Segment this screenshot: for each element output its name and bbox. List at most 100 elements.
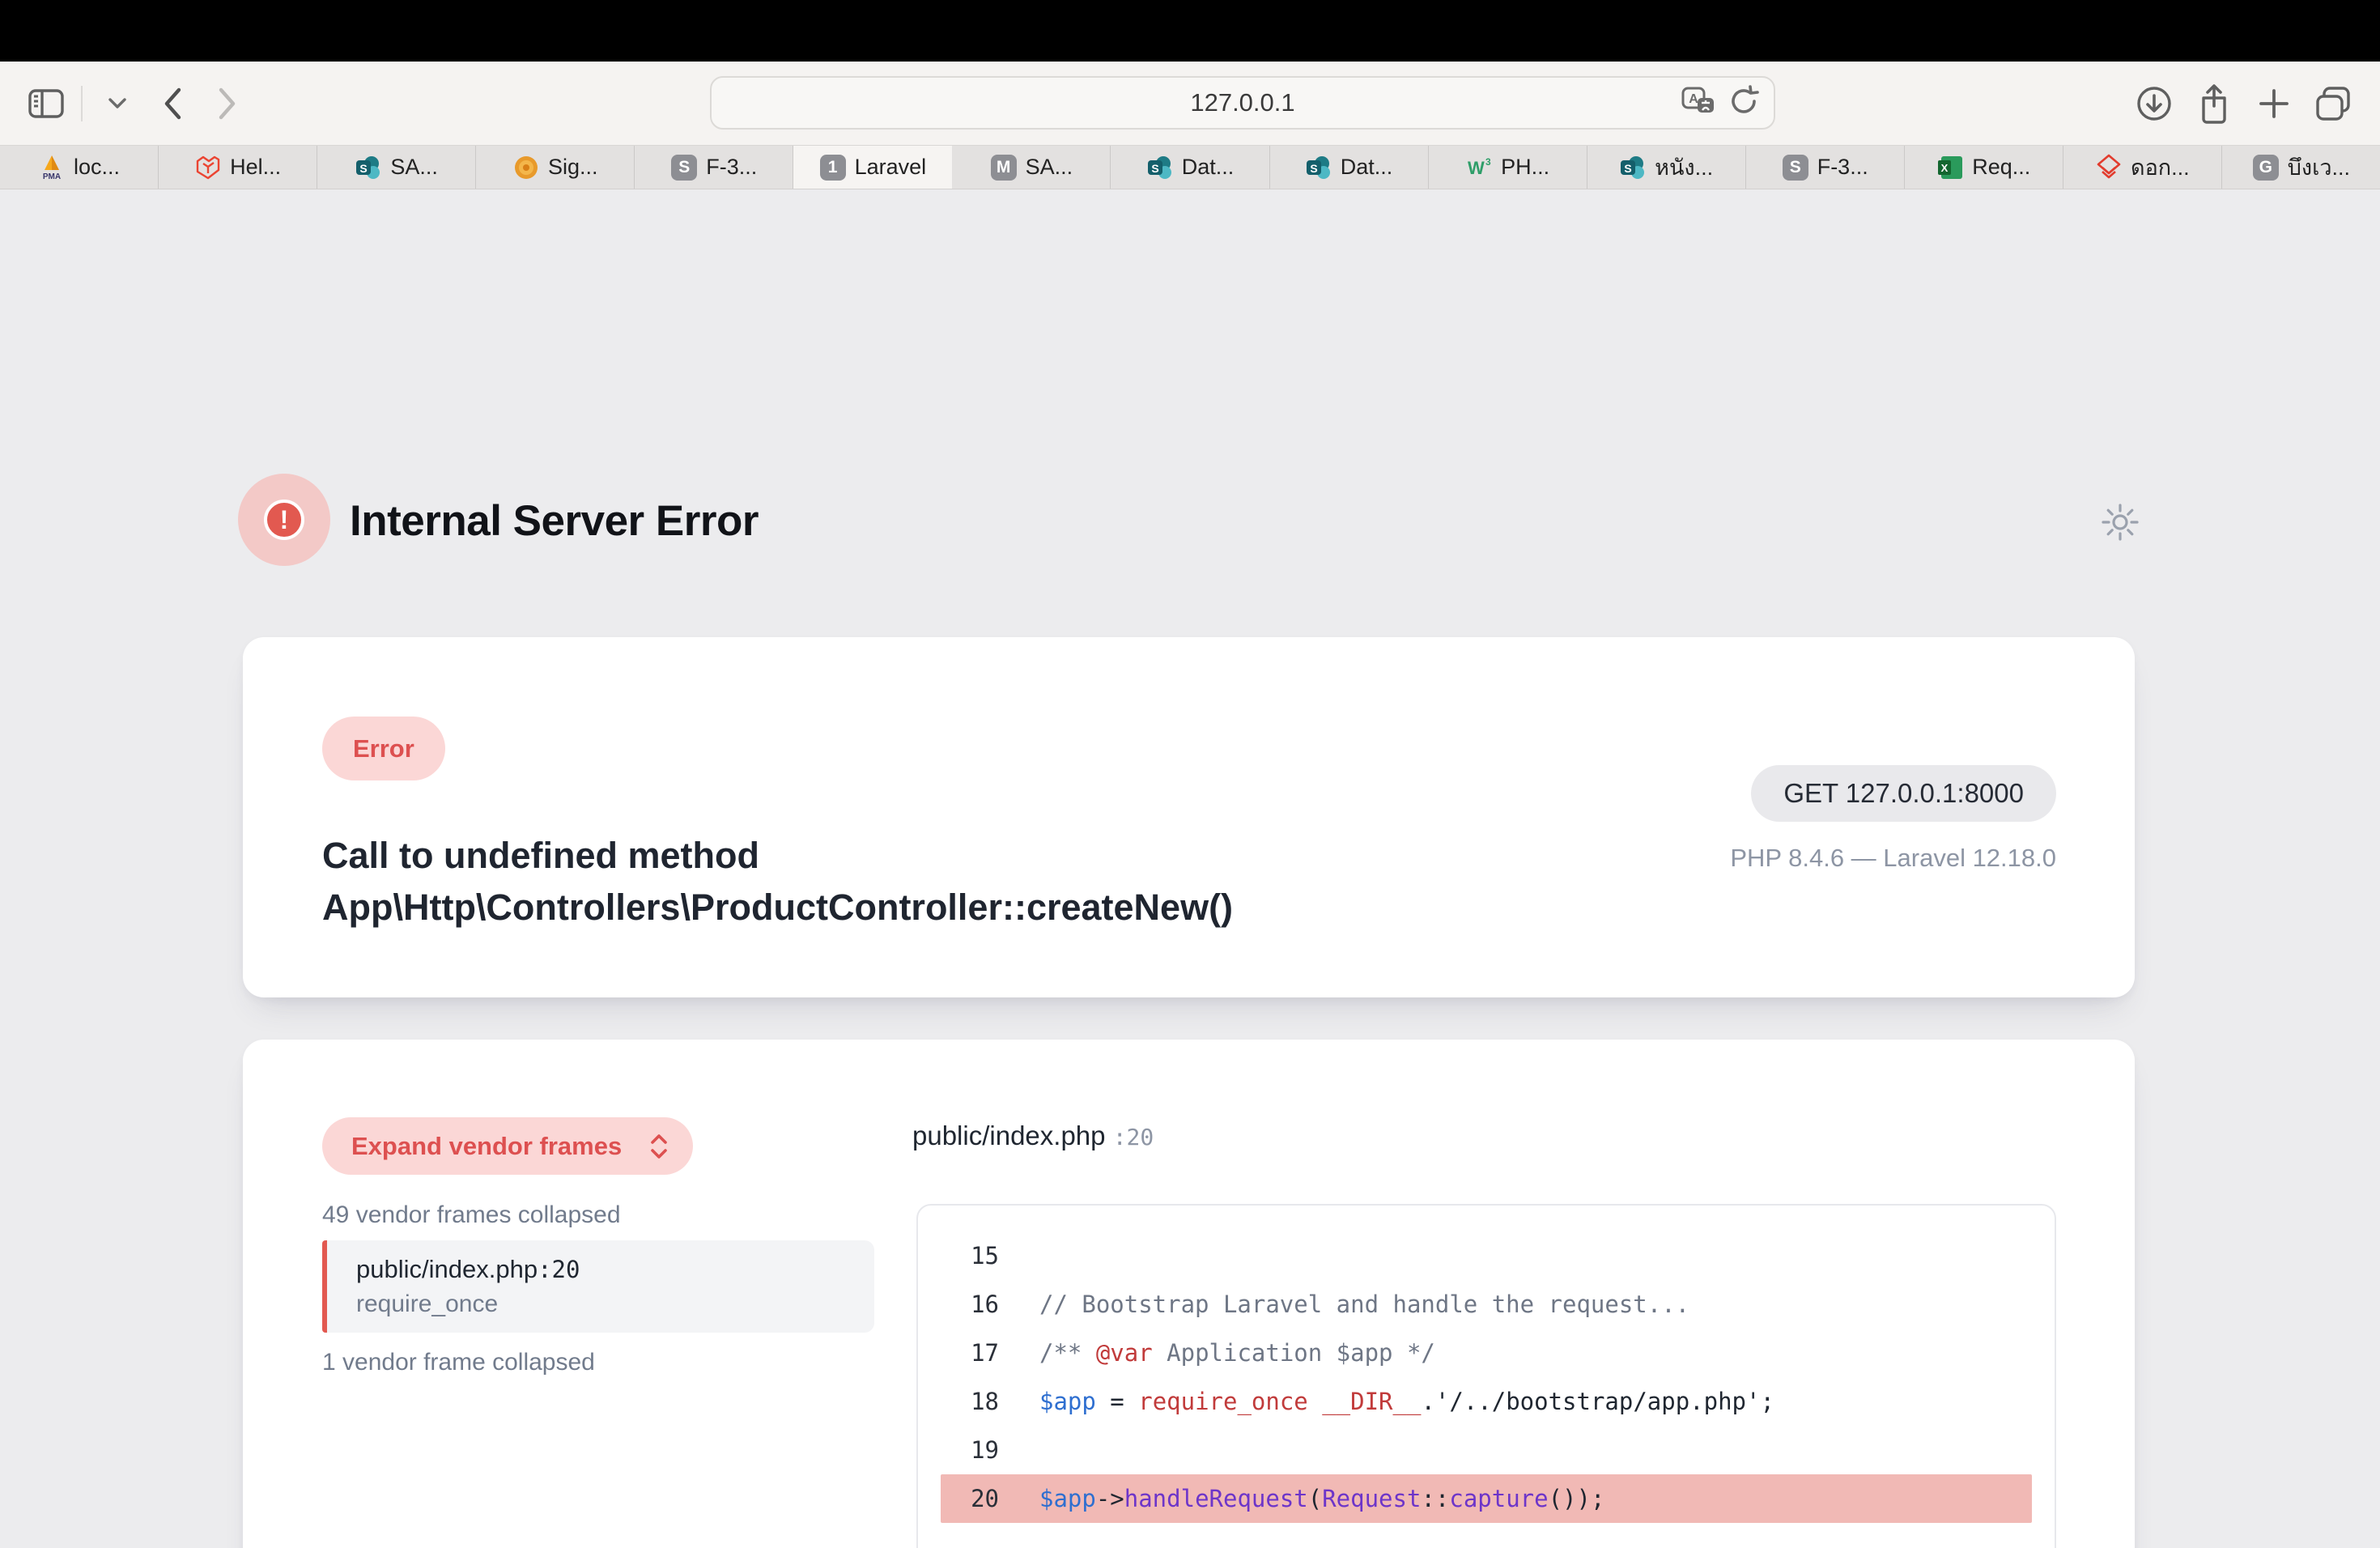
s-badge-icon: S xyxy=(1782,154,1809,181)
tab-overview-icon xyxy=(2314,85,2353,122)
vendor-frames-collapsed-bottom: 1 vendor frame collapsed xyxy=(322,1349,595,1376)
sharepoint-icon: S xyxy=(1146,154,1174,181)
share-icon xyxy=(2197,83,2231,124)
line-number: 17 xyxy=(918,1339,999,1367)
plus-icon xyxy=(2258,87,2290,120)
sidebar-chevron-button[interactable] xyxy=(94,80,141,127)
code-line: 16// Bootstrap Laravel and handle the re… xyxy=(918,1280,2055,1329)
line-number: 18 xyxy=(918,1388,999,1415)
line-number: 16 xyxy=(918,1291,999,1318)
s-badge-icon: S xyxy=(670,154,698,181)
code-line: 18$app = require_once __DIR__.'/../boots… xyxy=(918,1377,2055,1426)
stack-frame-item[interactable]: public/index.php:20 require_once xyxy=(322,1240,874,1333)
browser-tab[interactable]: M SA... xyxy=(952,146,1111,189)
line-source: $app = require_once __DIR__.'/../bootstr… xyxy=(999,1388,1774,1415)
m-badge-icon: M xyxy=(990,154,1018,181)
browser-tab[interactable]: PMAloc... xyxy=(0,146,159,189)
reload-icon[interactable] xyxy=(1728,85,1759,121)
line-source: $app->handleRequest(Request::capture()); xyxy=(999,1485,1604,1512)
share-button[interactable] xyxy=(2191,80,2238,127)
page-title: Internal Server Error xyxy=(350,496,759,546)
svg-text:S: S xyxy=(1151,162,1158,175)
browser-toolbar: 127.0.0.1 A xyxy=(0,62,2380,146)
address-bar[interactable]: 127.0.0.1 A xyxy=(710,76,1775,130)
back-button[interactable] xyxy=(149,80,196,127)
numeral-1-badge-icon: 1 xyxy=(819,154,847,181)
svg-text:A: A xyxy=(1689,92,1698,106)
browser-tab[interactable]: S Dat... xyxy=(1270,146,1429,189)
browser-tab[interactable]: Sหนัง... xyxy=(1587,146,1746,189)
tab-label: Sig... xyxy=(548,155,598,180)
sharepoint-icon: S xyxy=(1619,154,1647,181)
error-summary-card: Error Call to undefined method App\Http\… xyxy=(243,637,2135,997)
code-line: 17/** @var Application $app */ xyxy=(918,1329,2055,1377)
page-content: ! Internal Server Error Error Call to un… xyxy=(0,189,2380,1548)
line-number: 19 xyxy=(918,1436,999,1464)
svg-text:X: X xyxy=(1941,162,1949,174)
translate-icon[interactable]: A xyxy=(1681,85,1717,121)
tab-label: Hel... xyxy=(230,155,281,180)
tab-overview-button[interactable] xyxy=(2310,80,2357,127)
svg-text:W: W xyxy=(1468,158,1485,178)
svg-text:PMA: PMA xyxy=(43,172,61,181)
sidebar-toggle-button[interactable] xyxy=(23,80,70,127)
browser-tab[interactable]: SSA... xyxy=(317,146,476,189)
sidebar-icon xyxy=(28,89,64,118)
orange-sphere-icon xyxy=(512,154,540,181)
red-mark-icon xyxy=(2095,154,2123,181)
browser-tab[interactable]: Hel... xyxy=(159,146,317,189)
tab-label: Dat... xyxy=(1341,155,1393,180)
forward-button[interactable] xyxy=(204,80,251,127)
menu-bar xyxy=(0,0,2380,62)
stack-trace-card: Expand vendor frames 49 vendor frames co… xyxy=(243,1040,2135,1548)
expand-vendor-frames-button[interactable]: Expand vendor frames xyxy=(322,1117,693,1175)
downloads-button[interactable] xyxy=(2131,80,2178,127)
code-line-highlighted: 20$app->handleRequest(Request::capture()… xyxy=(941,1474,2032,1523)
browser-tab-active[interactable]: 1 Laravel xyxy=(793,146,952,189)
tab-label: SA... xyxy=(1026,155,1073,180)
browser-tab[interactable]: Sig... xyxy=(476,146,635,189)
svg-text:3: 3 xyxy=(1485,156,1491,168)
stack-frame-file: public/index.php:20 xyxy=(356,1255,874,1284)
error-message: Call to undefined method App\Http\Contro… xyxy=(322,830,1496,933)
expand-vendor-frames-label: Expand vendor frames xyxy=(351,1132,622,1161)
svg-text:S: S xyxy=(1625,162,1632,175)
chevron-up-down-icon xyxy=(649,1133,669,1160)
w3schools-icon: W3 xyxy=(1465,154,1493,181)
tab-label: PH... xyxy=(1501,155,1549,180)
tab-label: บึงเว... xyxy=(2288,150,2350,185)
phpmyadmin-icon: PMA xyxy=(38,154,66,181)
stack-frame-method: require_once xyxy=(356,1291,874,1318)
tab-label: SA... xyxy=(390,155,438,180)
browser-tab[interactable]: S F-3... xyxy=(1746,146,1905,189)
theme-toggle-button[interactable] xyxy=(2102,504,2139,545)
code-file-header: public/index.php :20 xyxy=(912,1121,1154,1151)
browser-tab[interactable]: XReq... xyxy=(1905,146,2063,189)
sharepoint-icon: S xyxy=(1305,154,1332,181)
tab-label: F-3... xyxy=(706,155,757,180)
download-icon xyxy=(2136,85,2173,122)
line-source: /** @var Application $app */ xyxy=(999,1339,1435,1367)
tab-label: Laravel xyxy=(855,155,927,180)
vendor-frames-collapsed-top: 49 vendor frames collapsed xyxy=(322,1201,621,1229)
url-text: 127.0.0.1 xyxy=(1190,88,1294,117)
browser-tab[interactable]: Gบึงเว... xyxy=(2222,146,2380,189)
line-source: // Bootstrap Laravel and handle the requ… xyxy=(999,1291,1689,1318)
browser-tab[interactable]: SDat... xyxy=(1111,146,1269,189)
error-status-icon: ! xyxy=(238,474,330,566)
code-snippet-block[interactable]: 1516// Bootstrap Laravel and handle the … xyxy=(916,1204,2056,1548)
chevron-down-icon xyxy=(108,98,126,109)
toolbar-divider xyxy=(81,86,83,121)
browser-tab[interactable]: S F-3... xyxy=(635,146,793,189)
browser-tab[interactable]: W3 PH... xyxy=(1429,146,1587,189)
browser-tab[interactable]: ดอก... xyxy=(2063,146,2222,189)
back-chevron-icon xyxy=(163,87,182,120)
tab-strip: PMAloc...Hel...SSA...Sig...SF-3...1Larav… xyxy=(0,146,2380,189)
tab-label: F-3... xyxy=(1817,155,1868,180)
svg-text:S: S xyxy=(1310,162,1317,175)
laravel-icon xyxy=(194,154,222,181)
excel-icon: X xyxy=(1936,154,1964,181)
code-line: 19 xyxy=(918,1426,2055,1474)
new-tab-button[interactable] xyxy=(2250,80,2297,127)
tab-label: ดอก... xyxy=(2131,150,2190,185)
